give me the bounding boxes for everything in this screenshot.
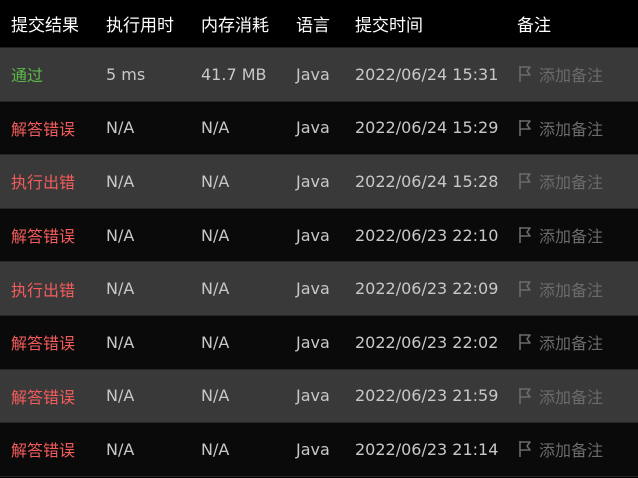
add-note-label: 添加备注 — [539, 227, 604, 247]
flag-icon — [519, 173, 531, 190]
language-value: Java — [296, 386, 330, 406]
flag-icon — [519, 387, 531, 404]
header-language: 语言 — [296, 16, 330, 36]
note-cell: 添加备注 — [505, 384, 638, 408]
flag-icon — [519, 119, 531, 136]
status-link[interactable]: 解答错误 — [0, 223, 95, 247]
add-note-button[interactable]: 添加备注 — [517, 169, 603, 193]
language-value: Java — [296, 225, 330, 245]
submitted-time: 2022/06/24 15:29 — [355, 118, 499, 138]
flag-icon — [519, 227, 531, 244]
submitted-time: 2022/06/23 21:59 — [355, 386, 499, 406]
table-row: 解答错误 N/A N/A Java 2022/06/24 15:29 添加备注 — [0, 101, 638, 156]
note-cell: 添加备注 — [505, 62, 638, 86]
table-row: 执行出错 N/A N/A Java 2022/06/23 22:09 添加备注 — [0, 262, 638, 316]
add-note-button[interactable]: 添加备注 — [517, 62, 603, 86]
note-cell: 添加备注 — [505, 330, 638, 354]
note-cell: 添加备注 — [505, 437, 638, 461]
add-note-label: 添加备注 — [539, 280, 604, 300]
note-cell: 添加备注 — [505, 277, 638, 301]
runtime-value: N/A — [106, 279, 135, 299]
header-runtime: 执行用时 — [106, 16, 174, 36]
language-value: Java — [296, 332, 330, 352]
add-note-label: 添加备注 — [539, 173, 604, 193]
submitted-time: 2022/06/23 22:02 — [355, 332, 499, 352]
add-note-button[interactable]: 添加备注 — [517, 223, 603, 247]
add-note-button[interactable]: 添加备注 — [517, 116, 603, 140]
submitted-time: 2022/06/24 15:31 — [355, 64, 499, 84]
language-value: Java — [296, 171, 330, 191]
language-value: Java — [296, 439, 330, 459]
add-note-button[interactable]: 添加备注 — [517, 437, 603, 461]
memory-value: N/A — [201, 279, 230, 299]
table-row: 解答错误 N/A N/A Java 2022/06/23 22:10 添加备注 — [0, 208, 638, 263]
memory-value: N/A — [201, 386, 230, 406]
submissions-table: 提交结果 执行用时 内存消耗 语言 提交时间 备注 通过 5 ms 41.7 M… — [0, 0, 638, 477]
flag-icon — [519, 334, 531, 351]
submitted-time: 2022/06/23 21:14 — [355, 439, 499, 459]
memory-value: N/A — [201, 439, 230, 459]
status-link[interactable]: 解答错误 — [0, 116, 95, 140]
submitted-time: 2022/06/23 22:09 — [355, 279, 499, 299]
runtime-value: N/A — [106, 225, 135, 245]
memory-value: N/A — [201, 118, 230, 138]
note-cell: 添加备注 — [505, 169, 638, 193]
memory-value: 41.7 MB — [201, 64, 267, 84]
table-row: 解答错误 N/A N/A Java 2022/06/23 21:14 添加备注 — [0, 423, 638, 477]
table-header: 提交结果 执行用时 内存消耗 语言 提交时间 备注 — [0, 0, 638, 48]
language-value: Java — [296, 279, 330, 299]
note-cell: 添加备注 — [505, 223, 638, 247]
header-status: 提交结果 — [11, 16, 79, 36]
flag-icon — [519, 441, 531, 458]
language-value: Java — [296, 118, 330, 138]
runtime-value: N/A — [106, 332, 135, 352]
add-note-label: 添加备注 — [539, 334, 604, 354]
note-cell: 添加备注 — [505, 116, 638, 140]
status-link[interactable]: 解答错误 — [0, 384, 95, 408]
runtime-value: N/A — [106, 439, 135, 459]
table-row: 通过 5 ms 41.7 MB Java 2022/06/24 15:31 添加… — [0, 48, 638, 102]
add-note-label: 添加备注 — [539, 441, 604, 461]
add-note-label: 添加备注 — [539, 387, 604, 407]
status-link[interactable]: 执行出错 — [0, 277, 95, 301]
header-note: 备注 — [517, 16, 551, 36]
table-row: 解答错误 N/A N/A Java 2022/06/23 22:02 添加备注 — [0, 315, 638, 370]
table-row: 解答错误 N/A N/A Java 2022/06/23 21:59 添加备注 — [0, 369, 638, 424]
runtime-value: N/A — [106, 386, 135, 406]
memory-value: N/A — [201, 225, 230, 245]
runtime-value: N/A — [106, 118, 135, 138]
add-note-label: 添加备注 — [539, 119, 604, 139]
add-note-button[interactable]: 添加备注 — [517, 277, 603, 301]
table-row: 执行出错 N/A N/A Java 2022/06/24 15:28 添加备注 — [0, 155, 638, 209]
add-note-button[interactable]: 添加备注 — [517, 330, 603, 354]
add-note-button[interactable]: 添加备注 — [517, 384, 603, 408]
submitted-time: 2022/06/23 22:10 — [355, 225, 499, 245]
status-link[interactable]: 执行出错 — [0, 169, 95, 193]
language-value: Java — [296, 64, 330, 84]
runtime-value: 5 ms — [106, 64, 146, 84]
runtime-value: N/A — [106, 171, 135, 191]
status-link[interactable]: 通过 — [0, 62, 95, 86]
add-note-label: 添加备注 — [539, 66, 604, 86]
memory-value: N/A — [201, 171, 230, 191]
status-link[interactable]: 解答错误 — [0, 437, 95, 461]
header-submitted: 提交时间 — [355, 16, 423, 36]
header-memory: 内存消耗 — [201, 16, 269, 36]
memory-value: N/A — [201, 332, 230, 352]
flag-icon — [519, 66, 531, 83]
submitted-time: 2022/06/24 15:28 — [355, 171, 499, 191]
status-link[interactable]: 解答错误 — [0, 330, 95, 354]
flag-icon — [519, 280, 531, 297]
